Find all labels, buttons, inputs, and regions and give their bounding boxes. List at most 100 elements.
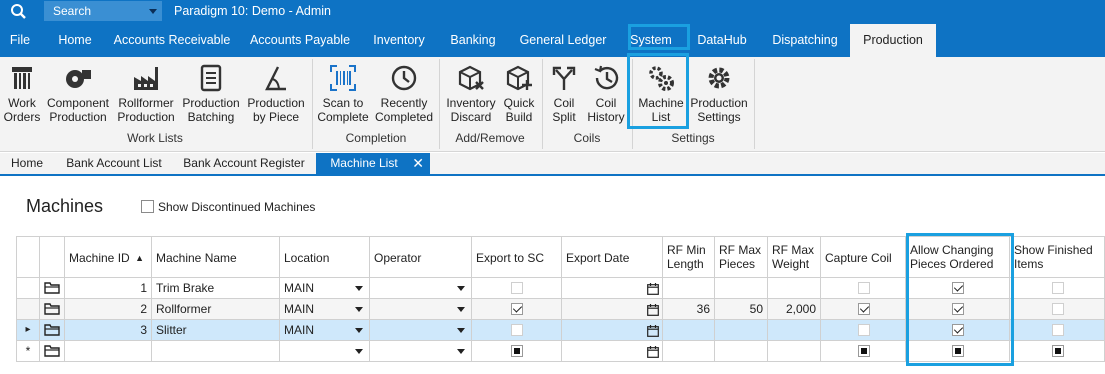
column-header-operator[interactable]: Operator — [370, 236, 472, 278]
cell-export-to-sc[interactable] — [472, 299, 562, 320]
cell-machine-name[interactable]: Slitter — [152, 320, 280, 341]
chevron-down-icon[interactable] — [355, 286, 363, 291]
cell-operator[interactable] — [370, 278, 472, 299]
column-header-machine-id[interactable]: Machine ID ▲ — [65, 236, 152, 278]
cell-show-finished[interactable] — [1010, 278, 1105, 299]
rollformer-production-button[interactable]: Rollformer Production — [114, 57, 178, 129]
cell-capture-coil[interactable] — [821, 299, 906, 320]
column-header-export-date[interactable]: Export Date — [562, 236, 663, 278]
checkbox[interactable] — [858, 345, 870, 357]
cell-rf-max-weight[interactable] — [768, 341, 821, 362]
column-header-rf-min-length[interactable]: RF Min Length — [663, 236, 715, 278]
row-open-cell[interactable] — [40, 278, 65, 299]
component-production-button[interactable]: Component Production — [44, 57, 112, 129]
menu-dispatching[interactable]: Dispatching — [762, 24, 848, 57]
cell-show-finished[interactable] — [1010, 299, 1105, 320]
menu-accounts-receivable[interactable]: Accounts Receivable — [108, 24, 236, 57]
cell-capture-coil[interactable] — [821, 341, 906, 362]
cell-machine-name[interactable] — [152, 341, 280, 362]
production-settings-button[interactable]: Production Settings — [688, 57, 750, 129]
cell-location[interactable]: MAIN — [280, 299, 370, 320]
checkbox[interactable] — [1052, 324, 1064, 336]
cell-export-date[interactable] — [562, 341, 663, 362]
chevron-down-icon[interactable] — [355, 307, 363, 312]
folder-open-icon[interactable] — [44, 282, 60, 294]
chevron-down-icon[interactable] — [355, 328, 363, 333]
menu-datahub[interactable]: DataHub — [684, 24, 760, 57]
sort-ascending-icon[interactable]: ▲ — [135, 251, 144, 265]
folder-open-icon[interactable] — [44, 345, 60, 357]
checkbox[interactable] — [858, 303, 870, 315]
coil-history-button[interactable]: Coil History — [584, 57, 628, 129]
row-indicator[interactable] — [16, 299, 40, 320]
checkbox[interactable] — [858, 324, 870, 336]
cell-export-to-sc[interactable] — [472, 320, 562, 341]
cell-rf-max-pieces[interactable] — [715, 341, 768, 362]
cell-export-date[interactable] — [562, 299, 663, 320]
cell-location[interactable]: MAIN — [280, 278, 370, 299]
work-orders-button[interactable]: Work Orders — [2, 57, 42, 129]
close-icon[interactable]: ✕ — [412, 153, 424, 174]
calendar-icon[interactable] — [647, 344, 659, 358]
menu-accounts-payable[interactable]: Accounts Payable — [240, 24, 360, 57]
checkbox[interactable] — [511, 303, 523, 315]
tab-bank-account-list[interactable]: Bank Account List — [56, 153, 172, 174]
column-header-rf-max-pieces[interactable]: RF Max Pieces — [715, 236, 768, 278]
cell-rf-max-weight[interactable] — [768, 320, 821, 341]
cell-rf-min-length[interactable]: 36 — [663, 299, 715, 320]
checkbox[interactable] — [858, 282, 870, 294]
cell-rf-min-length[interactable] — [663, 341, 715, 362]
chevron-down-icon[interactable] — [457, 328, 465, 333]
cell-machine-name[interactable]: Trim Brake — [152, 278, 280, 299]
checkbox[interactable] — [511, 282, 523, 294]
show-discontinued-checkbox[interactable] — [141, 200, 154, 213]
chevron-down-icon[interactable] — [457, 307, 465, 312]
recently-completed-button[interactable]: Recently Completed — [372, 57, 436, 129]
column-header-capture-coil[interactable]: Capture Coil — [821, 236, 906, 278]
cell-rf-max-pieces[interactable] — [715, 320, 768, 341]
cell-export-date[interactable] — [562, 320, 663, 341]
quick-build-button[interactable]: Quick Build — [500, 57, 538, 129]
cell-machine-id[interactable] — [65, 341, 152, 362]
tab-bank-account-register[interactable]: Bank Account Register — [174, 153, 314, 174]
checkbox[interactable] — [511, 324, 523, 336]
cell-capture-coil[interactable] — [821, 278, 906, 299]
cell-rf-min-length[interactable] — [663, 278, 715, 299]
cell-rf-max-weight[interactable]: 2,000 — [768, 299, 821, 320]
coil-split-button[interactable]: Coil Split — [546, 57, 582, 129]
folder-open-icon[interactable] — [44, 324, 60, 336]
cell-location[interactable]: MAIN — [280, 320, 370, 341]
cell-machine-id[interactable]: 2 — [65, 299, 152, 320]
row-indicator[interactable]: * — [16, 341, 40, 362]
chevron-down-icon[interactable] — [457, 286, 465, 291]
production-batching-button[interactable]: Production Batching — [180, 57, 242, 129]
cell-show-finished[interactable] — [1010, 320, 1105, 341]
inventory-discard-button[interactable]: Inventory Discard — [442, 57, 500, 129]
menu-home[interactable]: Home — [44, 24, 106, 57]
tab-machine-list[interactable]: Machine List ✕ — [316, 153, 430, 174]
column-header-rf-max-weight[interactable]: RF Max Weight — [768, 236, 821, 278]
checkbox[interactable] — [1052, 282, 1064, 294]
cell-export-to-sc[interactable] — [472, 341, 562, 362]
row-indicator[interactable]: ▸ — [16, 320, 40, 341]
cell-operator[interactable] — [370, 341, 472, 362]
column-header-location[interactable]: Location — [280, 236, 370, 278]
cell-export-to-sc[interactable] — [472, 278, 562, 299]
cell-show-finished[interactable] — [1010, 341, 1105, 362]
cell-rf-min-length[interactable] — [663, 320, 715, 341]
folder-open-icon[interactable] — [44, 303, 60, 315]
search-input[interactable]: Search — [44, 1, 162, 21]
cell-capture-coil[interactable] — [821, 320, 906, 341]
column-header-show-finished[interactable]: Show Finished Items — [1010, 236, 1105, 278]
menu-banking[interactable]: Banking — [440, 24, 506, 57]
calendar-icon[interactable] — [647, 323, 659, 337]
checkbox[interactable] — [511, 345, 523, 357]
menu-general-ledger[interactable]: General Ledger — [510, 24, 616, 57]
chevron-down-icon[interactable] — [149, 9, 157, 14]
cell-machine-id[interactable]: 1 — [65, 278, 152, 299]
cell-rf-max-pieces[interactable] — [715, 278, 768, 299]
production-by-piece-button[interactable]: Production by Piece — [244, 57, 308, 129]
row-indicator[interactable] — [16, 278, 40, 299]
search-icon[interactable] — [10, 3, 28, 21]
cell-rf-max-weight[interactable] — [768, 278, 821, 299]
